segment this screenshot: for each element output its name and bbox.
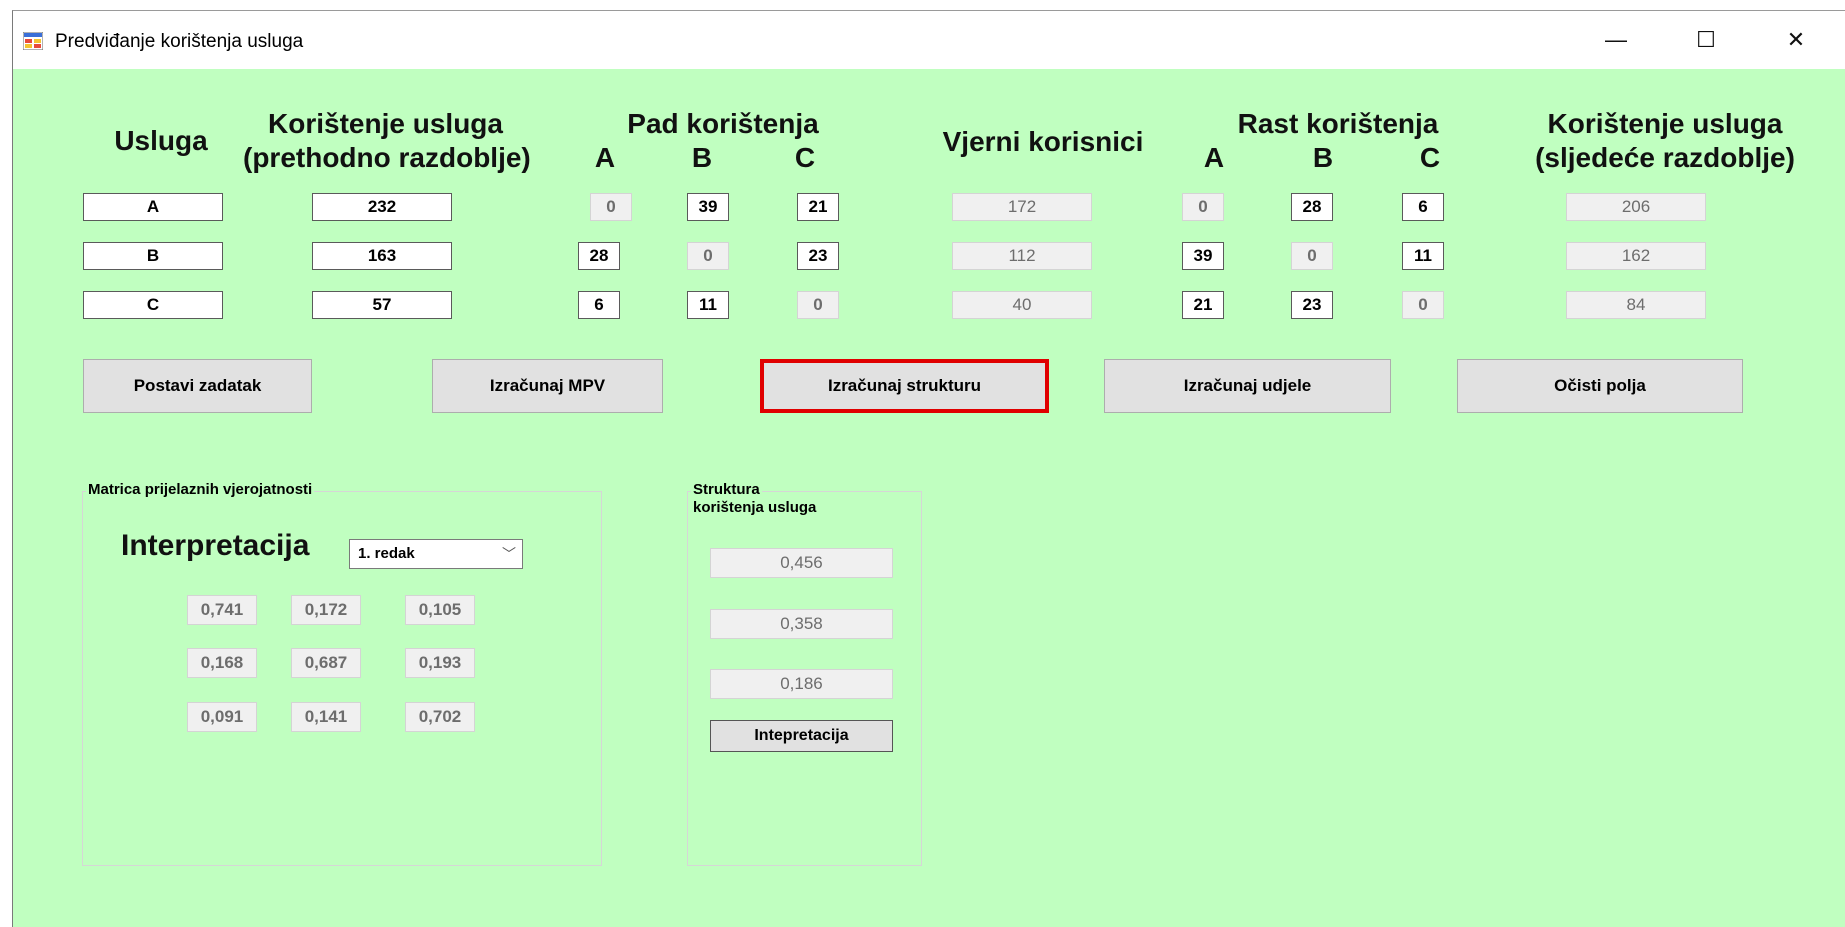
matrix-cell: 0,702 (405, 702, 475, 732)
pad-c-field[interactable]: 21 (797, 193, 839, 221)
minimize-button[interactable]: — (1578, 11, 1654, 69)
koristenje-prev-field[interactable]: 163 (312, 242, 452, 270)
header-rast-b: B (1312, 142, 1334, 173)
pad-b-field[interactable]: 39 (687, 193, 729, 221)
window-title: Predviđanje korištenja usluga (55, 31, 304, 52)
ocisti-polja-button[interactable]: Očisti polja (1457, 359, 1743, 413)
koristenje-next-field: 84 (1566, 291, 1706, 319)
rast-c-field[interactable]: 11 (1402, 242, 1444, 270)
maximize-button[interactable]: ☐ (1668, 11, 1744, 69)
pad-a-field: 0 (590, 193, 632, 221)
matrix-cell: 0,172 (291, 595, 361, 625)
header-koristenje-prev-2: (prethodno razdoblje) (243, 142, 531, 173)
matrix-cell: 0,687 (291, 648, 361, 678)
title-bar: Predviđanje korištenja usluga — ☐ ✕ (13, 11, 1845, 69)
izracunaj-udjele-button[interactable]: Izračunaj udjele (1104, 359, 1391, 413)
postavi-zadatak-button[interactable]: Postavi zadatak (83, 359, 312, 413)
vjerni-field: 112 (952, 242, 1092, 270)
form-body: Usluga Korištenje usluga (prethodno razd… (13, 69, 1845, 927)
close-button[interactable]: ✕ (1758, 11, 1834, 69)
koristenje-prev-field[interactable]: 57 (312, 291, 452, 319)
vjerni-field: 172 (952, 193, 1092, 221)
structure-group-label-2: korištenja usluga (691, 499, 819, 517)
matrix-group-label: Matrica prijelaznih vjerojatnosti (86, 481, 315, 499)
vjerni-field: 40 (952, 291, 1092, 319)
pad-c-field: 0 (797, 291, 839, 319)
matrix-cell: 0,105 (405, 595, 475, 625)
matrix-cell: 0,091 (187, 702, 257, 732)
app-icon (23, 32, 43, 50)
header-usluga: Usluga (114, 125, 208, 156)
header-pad: Pad korištenja (627, 108, 819, 139)
rast-b-field: 0 (1291, 242, 1333, 270)
header-rast-c: C (1419, 142, 1441, 173)
matrix-cell: 0,141 (291, 702, 361, 732)
rast-b-field[interactable]: 23 (1291, 291, 1333, 319)
app-window: Predviđanje korištenja usluga — ☐ ✕ Uslu… (12, 10, 1845, 927)
pad-b-field[interactable]: 11 (687, 291, 729, 319)
header-pad-b: B (691, 142, 713, 173)
header-pad-a: A (594, 142, 616, 173)
usluga-field[interactable]: B (83, 242, 223, 270)
koristenje-next-field: 206 (1566, 193, 1706, 221)
header-vjerni: Vjerni korisnici (942, 126, 1144, 157)
matrix-cell: 0,193 (405, 648, 475, 678)
structure-value-field: 0,186 (710, 669, 893, 699)
rast-a-field[interactable]: 21 (1182, 291, 1224, 319)
header-koristenje-next-1: Korištenje usluga (1547, 108, 1783, 139)
koristenje-prev-field[interactable]: 232 (312, 193, 452, 221)
interpretacija-label: Interpretacija (121, 529, 310, 562)
chevron-down-icon: ﹀ (502, 546, 516, 562)
header-koristenje-prev-1: Korištenje usluga (268, 108, 503, 139)
header-pad-c: C (794, 142, 816, 173)
pad-c-field[interactable]: 23 (797, 242, 839, 270)
matrix-cell: 0,168 (187, 648, 257, 678)
koristenje-next-field: 162 (1566, 242, 1706, 270)
interpretacija-select[interactable]: 1. redak ﹀ (349, 539, 523, 569)
usluga-field[interactable]: A (83, 193, 223, 221)
rast-a-field[interactable]: 39 (1182, 242, 1224, 270)
rast-c-field[interactable]: 6 (1402, 193, 1444, 221)
rast-c-field: 0 (1402, 291, 1444, 319)
usluga-field[interactable]: C (83, 291, 223, 319)
intepretacija-button[interactable]: Intepretacija (710, 720, 893, 752)
izracunaj-strukturu-button[interactable]: Izračunaj strukturu (760, 359, 1049, 413)
header-rast: Rast korištenja (1237, 108, 1439, 139)
rast-b-field[interactable]: 28 (1291, 193, 1333, 221)
matrix-cell: 0,741 (187, 595, 257, 625)
header-rast-a: A (1203, 142, 1225, 173)
pad-a-field[interactable]: 28 (578, 242, 620, 270)
structure-value-field: 0,456 (710, 548, 893, 578)
pad-b-field: 0 (687, 242, 729, 270)
izracunaj-mpv-button[interactable]: Izračunaj MPV (432, 359, 663, 413)
header-koristenje-next-2: (sljedeće razdoblje) (1535, 142, 1795, 173)
interpretacija-select-value: 1. redak (358, 545, 415, 562)
pad-a-field[interactable]: 6 (578, 291, 620, 319)
structure-value-field: 0,358 (710, 609, 893, 639)
structure-group-label-1: Struktura (691, 481, 762, 499)
rast-a-field: 0 (1182, 193, 1224, 221)
